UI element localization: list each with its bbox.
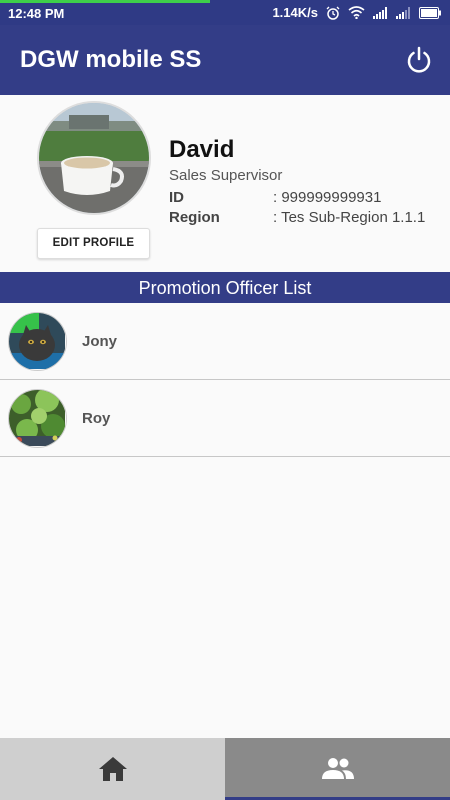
officer-avatar [8, 389, 67, 448]
status-bar: 12:48 PM 1.14K/s [0, 0, 450, 25]
app-title: DGW mobile SS [20, 46, 202, 73]
list-item[interactable]: Roy [0, 380, 450, 457]
status-time: 12:48 PM [8, 6, 65, 21]
alarm-icon [326, 6, 340, 20]
officer-name: Jony [82, 333, 118, 350]
bottom-nav [0, 738, 450, 800]
network-speed: 1.14K/s [272, 5, 318, 20]
load-progress-bar [0, 0, 210, 3]
status-icons: 1.14K/s [272, 5, 442, 20]
profile-role: Sales Supervisor [169, 167, 283, 184]
logout-button[interactable] [404, 45, 434, 75]
profile-name: David [169, 136, 235, 163]
officer-name: Roy [82, 410, 111, 427]
section-header: Promotion Officer List [0, 272, 450, 303]
region-label: Region [169, 209, 220, 226]
profile-avatar [37, 101, 151, 215]
officer-list: Jony Roy [0, 303, 450, 457]
app-bar: DGW mobile SS [0, 25, 450, 95]
people-icon [321, 757, 354, 779]
list-item[interactable]: Jony [0, 303, 450, 380]
edit-profile-button[interactable]: EDIT PROFILE [37, 228, 150, 259]
signal-icon [373, 6, 387, 19]
wifi-icon [348, 6, 365, 19]
officer-avatar [8, 312, 67, 371]
nav-home-tab[interactable] [0, 738, 225, 800]
nav-people-tab[interactable] [225, 738, 450, 800]
signal-icon [396, 6, 410, 19]
id-value: : 999999999931 [273, 189, 382, 206]
battery-icon [419, 6, 441, 19]
power-icon [407, 46, 431, 73]
id-label: ID [169, 189, 184, 206]
profile-card: EDIT PROFILE David Sales Supervisor ID :… [0, 95, 450, 272]
home-icon [98, 757, 127, 781]
region-value: : Tes Sub-Region 1.1.1 [273, 209, 426, 226]
